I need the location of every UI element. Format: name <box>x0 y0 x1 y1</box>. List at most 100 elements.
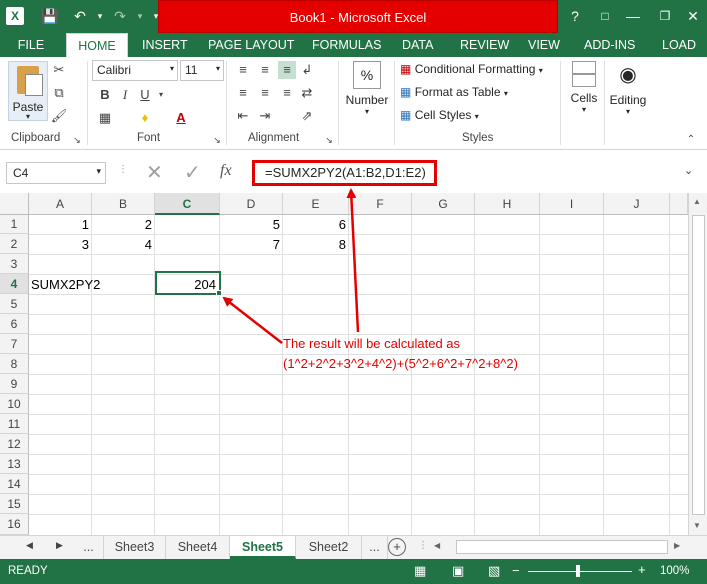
fill-color-icon[interactable]: ♦ <box>136 109 154 127</box>
orientation-icon[interactable]: ⇗ <box>298 107 316 125</box>
borders-icon[interactable]: ▦ <box>96 109 114 127</box>
collapse-ribbon-icon[interactable]: ⌃ <box>682 131 700 149</box>
normal-view-icon[interactable]: ▦ <box>414 563 426 579</box>
column-header-partial[interactable] <box>670 193 688 215</box>
font-name-select[interactable]: Calibri ▾ <box>92 60 178 81</box>
column-header[interactable]: C <box>155 193 220 215</box>
decrease-indent-icon[interactable]: ⇤ <box>234 107 252 125</box>
underline-dropdown-icon[interactable]: ▾ <box>152 86 170 104</box>
row-header[interactable]: 15 <box>0 494 29 514</box>
expand-formula-bar-icon[interactable]: ⌄ <box>684 164 693 177</box>
align-left-icon[interactable]: ≡ <box>234 84 252 102</box>
undo-dropdown-icon[interactable]: ▾ <box>90 6 110 26</box>
redo-icon[interactable]: ↷ <box>110 6 130 26</box>
row-header[interactable]: 16 <box>0 514 29 535</box>
row-header[interactable]: 6 <box>0 314 29 334</box>
cell-e1[interactable]: 6 <box>283 215 346 234</box>
column-header[interactable]: I <box>540 193 604 215</box>
column-header[interactable]: E <box>283 193 349 215</box>
close-button[interactable]: ✕ <box>682 6 704 26</box>
font-launcher-icon[interactable]: ↘ <box>208 131 226 149</box>
scroll-down-icon[interactable]: ▼ <box>693 521 701 530</box>
cut-icon[interactable]: ✂ <box>50 61 68 79</box>
column-header[interactable]: G <box>412 193 475 215</box>
format-painter-icon[interactable]: 🖌 <box>50 107 68 125</box>
wrap-text-icon[interactable]: ↲ <box>298 61 316 79</box>
tab-review[interactable]: REVIEW <box>460 33 509 57</box>
paste-button[interactable]: Paste ▾ <box>8 61 48 121</box>
sheet-tab[interactable]: Sheet4 <box>166 536 230 559</box>
align-middle-icon[interactable]: ≡ <box>256 61 274 79</box>
align-right-icon[interactable]: ≡ <box>278 84 296 102</box>
help-button[interactable]: ? <box>564 6 586 26</box>
tab-home[interactable]: HOME <box>66 33 128 58</box>
select-all-corner[interactable] <box>0 193 29 215</box>
sheet-tab-more[interactable]: ... <box>74 536 104 559</box>
column-header[interactable]: J <box>604 193 670 215</box>
resize-dots-icon[interactable]: ⋮ <box>418 540 428 551</box>
row-header[interactable]: 11 <box>0 414 29 434</box>
cell-a1[interactable]: 1 <box>29 215 89 234</box>
page-layout-view-icon[interactable]: ▣ <box>452 563 464 579</box>
increase-indent-icon[interactable]: ⇥ <box>256 107 274 125</box>
row-header[interactable]: 3 <box>0 254 29 274</box>
cells-button[interactable]: Cells ▾ <box>566 61 602 125</box>
vertical-scroll-thumb[interactable] <box>692 215 705 515</box>
formula-input[interactable]: =SUMX2PY2(A1:B2,D1:E2) <box>252 160 437 186</box>
tab-add-ins[interactable]: ADD-INS <box>584 33 635 57</box>
sheet-tab-more[interactable]: ... <box>362 536 388 559</box>
zoom-slider-track[interactable] <box>528 571 632 572</box>
font-color-icon[interactable]: A <box>172 109 190 127</box>
row-header[interactable]: 8 <box>0 354 29 374</box>
row-header[interactable]: 9 <box>0 374 29 394</box>
cell-e2[interactable]: 8 <box>283 235 346 254</box>
scroll-left-icon[interactable]: ◀ <box>434 541 440 550</box>
cell-styles-button[interactable]: ▦ Cell Styles ▾ <box>400 108 479 122</box>
vertical-scrollbar[interactable]: ▲ ▼ <box>688 193 707 535</box>
row-header[interactable]: 7 <box>0 334 29 354</box>
maximize-icon[interactable]: ❐ <box>654 6 676 26</box>
zoom-level[interactable]: 100% <box>660 565 689 577</box>
fill-handle[interactable] <box>216 290 222 296</box>
cell-d1[interactable]: 5 <box>220 215 280 234</box>
row-header[interactable]: 2 <box>0 234 29 254</box>
sheet-tab[interactable]: Sheet3 <box>104 536 166 559</box>
scroll-up-icon[interactable]: ▲ <box>693 197 701 206</box>
row-header[interactable]: 10 <box>0 394 29 414</box>
editing-button[interactable]: ◉ Editing ▾ <box>606 61 650 125</box>
zoom-in-icon[interactable]: + <box>638 562 646 577</box>
prev-sheet-icon[interactable]: ◀ <box>26 540 33 551</box>
ribbon-display-icon[interactable]: □ <box>594 6 616 26</box>
resize-dots-icon[interactable]: ⋮ <box>118 164 128 175</box>
tab-page-layout[interactable]: PAGE LAYOUT <box>208 33 294 57</box>
enter-icon[interactable]: ✓ <box>184 160 201 185</box>
align-center-icon[interactable]: ≡ <box>256 84 274 102</box>
cell-a4[interactable]: SUMX2PY2 <box>31 275 151 294</box>
zoom-out-icon[interactable]: − <box>512 563 520 578</box>
format-as-table-button[interactable]: ▦ Format as Table ▾ <box>400 85 508 99</box>
tab-insert[interactable]: INSERT <box>142 33 188 57</box>
minimize-button[interactable]: — <box>622 6 644 26</box>
row-header[interactable]: 1 <box>0 215 29 234</box>
cell-d2[interactable]: 7 <box>220 235 280 254</box>
font-size-select[interactable]: 11 ▾ <box>180 60 224 81</box>
row-header[interactable]: 4 <box>0 274 29 294</box>
cancel-icon[interactable]: ✕ <box>146 160 163 185</box>
copy-icon[interactable]: ⧉ <box>50 84 68 102</box>
horizontal-scroll-thumb[interactable] <box>456 540 668 554</box>
tab-formulas[interactable]: FORMULAS <box>312 33 381 57</box>
column-header[interactable]: A <box>29 193 92 215</box>
undo-icon[interactable]: ↶ <box>70 6 90 26</box>
next-sheet-icon[interactable]: ▶ <box>56 540 63 551</box>
conditional-formatting-button[interactable]: ▦ Conditional Formatting ▾ <box>400 62 543 76</box>
save-icon[interactable]: 💾 <box>40 6 60 26</box>
alignment-launcher-icon[interactable]: ↘ <box>320 131 338 149</box>
tab-file[interactable]: FILE <box>0 33 62 57</box>
italic-button[interactable]: I <box>116 86 134 104</box>
align-bottom-icon[interactable]: ≡ <box>278 61 296 79</box>
tab-load[interactable]: LOAD <box>662 33 696 57</box>
sheet-tab-active[interactable]: Sheet5 <box>230 536 296 559</box>
scroll-right-icon[interactable]: ▶ <box>674 541 680 550</box>
row-header[interactable]: 12 <box>0 434 29 454</box>
name-box[interactable]: C4 ▾ <box>6 162 106 184</box>
